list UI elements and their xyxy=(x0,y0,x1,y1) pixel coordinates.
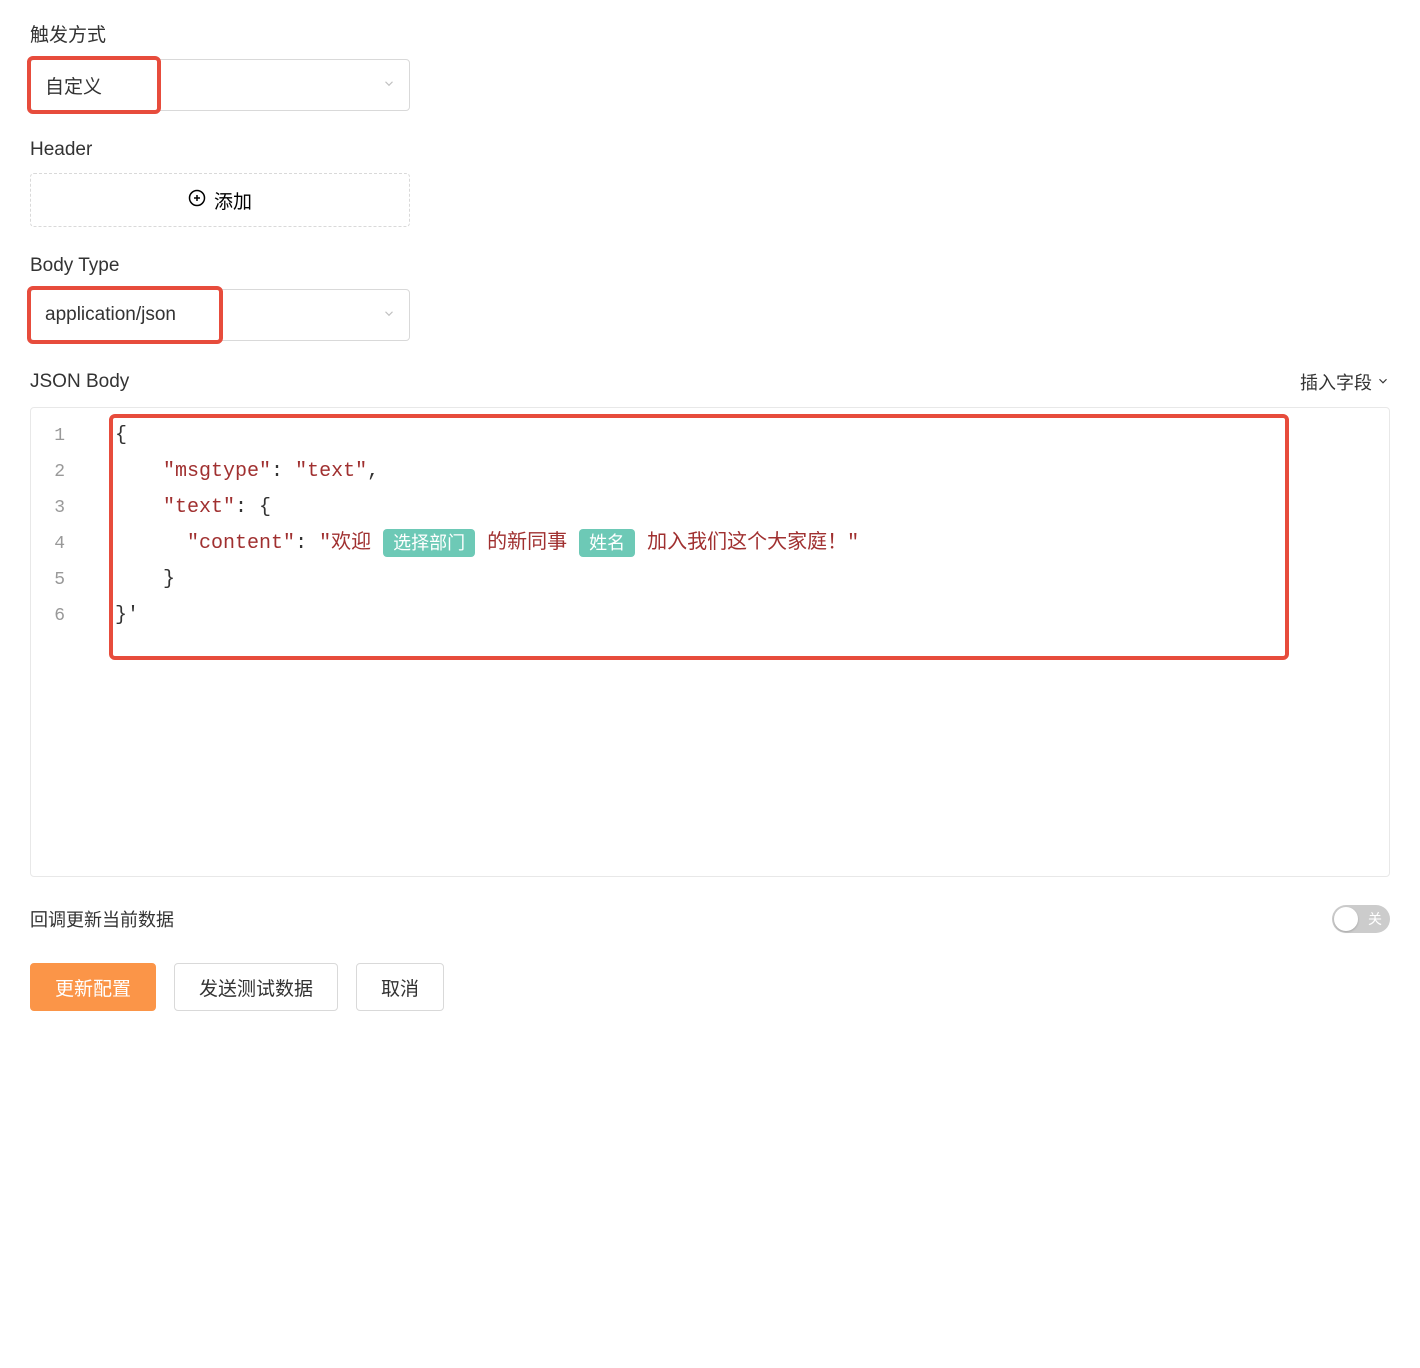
code-line: } xyxy=(79,562,1389,598)
json-body-section: JSON Body 插入字段 1 2 3 4 5 6 { "msgtype": … xyxy=(30,369,1390,877)
plus-circle-icon xyxy=(188,189,206,212)
insert-field-button[interactable]: 插入字段 xyxy=(1300,369,1390,395)
update-config-button[interactable]: 更新配置 xyxy=(30,963,156,1011)
trigger-label: 触发方式 xyxy=(30,20,1390,47)
trigger-select-value: 自定义 xyxy=(45,72,102,99)
body-type-label: Body Type xyxy=(30,255,1390,277)
add-header-label: 添加 xyxy=(214,187,252,214)
callback-row: 回调更新当前数据 关 xyxy=(30,905,1390,933)
insert-field-label: 插入字段 xyxy=(1300,369,1372,395)
callback-toggle-wrap: 关 xyxy=(1332,905,1390,933)
code-line: "content": "欢迎 选择部门 的新同事 姓名 加入我们这个大家庭！" xyxy=(79,526,1389,562)
code-line: }' xyxy=(79,598,1389,634)
toggle-knob xyxy=(1334,907,1358,931)
trigger-select[interactable]: 自定义 xyxy=(30,59,410,111)
body-type-select[interactable]: application/json xyxy=(30,289,410,341)
field-chip-department[interactable]: 选择部门 xyxy=(383,529,475,557)
code-lines: { "msgtype": "text", "text": { "content"… xyxy=(79,418,1389,634)
json-body-editor[interactable]: 1 2 3 4 5 6 { "msgtype": "text", "text":… xyxy=(30,407,1390,877)
header-section: Header 添加 xyxy=(30,139,1390,227)
body-type-select-wrap: application/json xyxy=(30,289,410,341)
line-number: 3 xyxy=(31,490,65,526)
line-number: 4 xyxy=(31,526,65,562)
code-gutter: 1 2 3 4 5 6 xyxy=(31,418,79,634)
toggle-off-label: 关 xyxy=(1368,909,1382,929)
line-number: 5 xyxy=(31,562,65,598)
footer-buttons: 更新配置 发送测试数据 取消 xyxy=(30,963,1390,1011)
body-type-section: Body Type application/json xyxy=(30,255,1390,341)
line-number: 1 xyxy=(31,418,65,454)
code-line: { xyxy=(79,418,1389,454)
code-line: "text": { xyxy=(79,490,1389,526)
body-type-select-value: application/json xyxy=(45,304,176,326)
callback-toggle[interactable]: 关 xyxy=(1332,905,1390,933)
send-test-data-button[interactable]: 发送测试数据 xyxy=(174,963,338,1011)
trigger-select-wrap: 自定义 xyxy=(30,59,410,111)
json-body-label: JSON Body xyxy=(30,371,129,393)
callback-label: 回调更新当前数据 xyxy=(30,906,174,932)
add-header-button[interactable]: 添加 xyxy=(30,173,410,227)
json-body-header: JSON Body 插入字段 xyxy=(30,369,1390,395)
header-label: Header xyxy=(30,139,1390,161)
chevron-down-icon xyxy=(1376,372,1390,393)
line-number: 6 xyxy=(31,598,65,634)
code-line: "msgtype": "text", xyxy=(79,454,1389,490)
cancel-button[interactable]: 取消 xyxy=(356,963,444,1011)
trigger-section: 触发方式 自定义 xyxy=(30,20,1390,111)
code-content: 1 2 3 4 5 6 { "msgtype": "text", "text":… xyxy=(31,408,1389,634)
line-number: 2 xyxy=(31,454,65,490)
field-chip-name[interactable]: 姓名 xyxy=(579,529,635,557)
